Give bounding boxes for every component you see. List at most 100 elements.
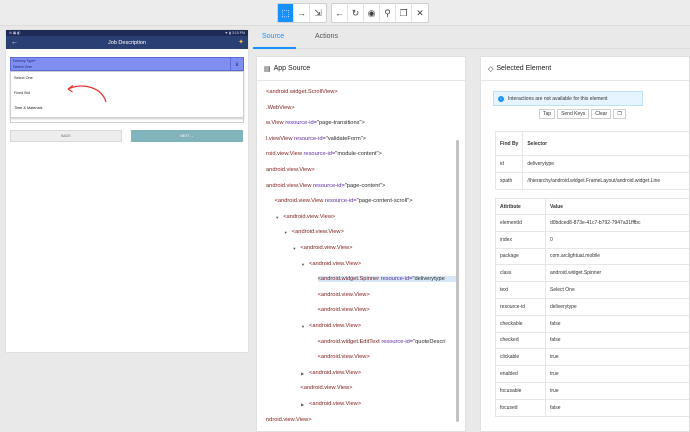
copy-attributes-icon[interactable]: ❐ [613, 109, 626, 119]
back-button[interactable]: BACK [10, 130, 122, 142]
description-field[interactable] [10, 118, 244, 123]
node-tag: <android.view.View> [309, 260, 362, 267]
node-attribute: resource-id= [379, 276, 413, 283]
table-row[interactable]: checked false [495, 331, 689, 350]
node-attribute: resource-id= [301, 151, 336, 158]
attribute-value-cell: false [545, 331, 689, 350]
selected-element-panel: ◇ Selected Element i Interactions are no… [480, 56, 690, 432]
search-icon[interactable]: ⚲ [380, 4, 396, 22]
caret-down-icon[interactable]: ▼ [284, 230, 288, 235]
caret-right-icon[interactable]: ▶ [301, 371, 304, 376]
swipe-icon[interactable]: → [294, 4, 310, 22]
tab-divider [252, 48, 690, 49]
device-screen[interactable]: ✉ ▣ ◧ ▼ ▮ 3:15 PM ← Job Description ✦ De… [6, 30, 248, 352]
tree-node[interactable]: <android.widget.ScrollView> [266, 89, 338, 95]
table-row[interactable]: text Select One [495, 281, 689, 299]
tab-actions[interactable]: Actions [315, 33, 338, 40]
table-row[interactable]: checkable false [495, 314, 689, 333]
tree-node[interactable]: ndroid.view.View> [266, 417, 312, 423]
attribute-value-cell: Select One [545, 281, 689, 299]
tree-node[interactable]: .WebView> [266, 105, 295, 111]
clear-button[interactable]: Clear [591, 109, 612, 119]
eye-icon[interactable]: ◉ [364, 4, 380, 22]
tree-node[interactable]: <android.view.View> [318, 292, 370, 298]
caret-down-icon[interactable]: ▼ [301, 262, 305, 267]
tree-node[interactable]: <android.view.View> [318, 354, 370, 360]
table-row[interactable]: class android.widget.Spinner [495, 264, 689, 283]
selected-element-header: ◇ Selected Element [481, 57, 689, 81]
node-tag: <android.view.View> [309, 369, 362, 376]
tree-node[interactable]: ▶ <android.view.View> [301, 401, 362, 407]
tree-node[interactable]: <android.view.View> [300, 385, 352, 391]
node-tag: <android.view.View> [309, 401, 362, 407]
node-tag: <android.view.View> [291, 229, 344, 236]
tree-node[interactable]: roid.view.View resource-id="module-conte… [266, 151, 382, 157]
table-row[interactable]: elementId d0bdced8-873e-41c7-b792-7947a31… [495, 214, 689, 232]
tree-node[interactable]: <android.view.View resource-id="page-con… [275, 198, 413, 204]
table-row[interactable]: focusable true [495, 381, 689, 400]
node-tag: .WebView> [266, 104, 295, 111]
attribute-name-cell: checked [495, 331, 546, 350]
option-select-one[interactable]: Select One [14, 76, 33, 80]
table-row[interactable]: package com.arclightuat.mobile [495, 247, 689, 266]
attribute-name-cell: package [495, 247, 546, 266]
next-button[interactable]: NEXT → [131, 130, 243, 142]
active-tab-indicator [253, 47, 296, 49]
pin-icon[interactable]: ✦ [238, 38, 244, 46]
attribute-name-cell: resource-id [495, 297, 546, 316]
send-keys-button[interactable]: Send Keys [557, 109, 590, 119]
attribute-name-cell: index [495, 230, 546, 249]
tree-node[interactable]: android.view.View resource-id="page-cont… [266, 183, 385, 189]
tree-node[interactable]: android.view.View> [266, 167, 315, 173]
table-row[interactable]: index 0 [495, 230, 689, 249]
node-attribute: resource-id= [379, 338, 414, 345]
delivery-type-spinner[interactable]: Delivery Type* Select One ∨ [10, 57, 244, 71]
refresh-icon[interactable]: ↻ [348, 4, 364, 22]
spinner-label: Delivery Type* [13, 59, 36, 63]
tree-node[interactable]: ▼ <android.view.View> [301, 323, 361, 329]
tree-node[interactable]: ▼ <android.view.View> [292, 245, 352, 251]
selected-element-title: Selected Element [496, 65, 552, 72]
tree-node-selected[interactable]: <android.widget.Spinner resource-id="del… [317, 276, 457, 283]
tree-node[interactable]: l.viewView resource-id="validateForm"> [266, 136, 366, 142]
attribute-name-cell: focused [495, 398, 546, 417]
caret-right-icon[interactable]: ▶ [301, 402, 304, 407]
source-scrollbar[interactable] [456, 140, 459, 422]
caret-down-icon[interactable]: ▼ [301, 324, 305, 329]
toolbar-group-actions: ← ↻ ◉ ⚲ ❐ ✕ [331, 3, 429, 23]
node-tag: <android.view.View> [317, 354, 370, 361]
option-time-materials[interactable]: Time & Materials [14, 106, 42, 110]
table-row[interactable]: resource-id deliverytype [495, 297, 689, 316]
tree-node[interactable]: ▶ <android.view.View> [301, 369, 362, 376]
spinner-dropdown: Select One Fixed Bid Time & Materials [10, 71, 244, 118]
tap-button[interactable]: Tap [539, 109, 556, 119]
node-attribute-value: "module-content"> [335, 151, 382, 158]
attribute-value-cell: true [545, 348, 689, 367]
table-row[interactable]: clickable true [495, 348, 689, 367]
node-tag: ndroid.view.View> [266, 416, 312, 423]
copy-icon[interactable]: ❐ [396, 4, 412, 22]
tree-node[interactable]: w.View resource-id="page-transitions"> [266, 120, 365, 126]
tree-node[interactable]: ▼ <android.view.View> [284, 229, 344, 236]
table-row[interactable]: xpath //hierarchy/android.widget.FrameLa… [494, 172, 689, 190]
caret-down-icon[interactable]: ▼ [275, 215, 279, 220]
tree-node[interactable]: ▼ <android.view.View> [301, 260, 362, 267]
caret-down-icon[interactable]: ▼ [292, 246, 296, 251]
chevron-down-icon[interactable]: ∨ [230, 58, 243, 70]
tap-coordinates-icon[interactable]: ⇲ [310, 4, 326, 22]
close-icon[interactable]: ✕ [412, 4, 428, 22]
table-row[interactable]: focused false [495, 398, 689, 417]
tree-node[interactable]: <android.view.View> [318, 307, 370, 313]
option-fixed-bid[interactable]: Fixed Bid [14, 91, 30, 95]
element-actions: Tap Send Keys Clear ❐ [539, 109, 626, 119]
attributes-table: Attribute Value elementId d0bdced8-873e-4… [495, 198, 689, 417]
select-icon[interactable]: ⬚ [278, 4, 294, 22]
tab-source[interactable]: Source [262, 33, 284, 40]
back-icon[interactable]: ← [332, 4, 348, 22]
attribute-value-cell: com.arclightuat.mobile [545, 247, 689, 266]
table-row[interactable]: id deliverytype [494, 155, 689, 173]
tree-node[interactable]: ▼ <android.view.View> [275, 214, 335, 220]
tree-node[interactable]: <android.widget.EditText resource-id="qu… [318, 339, 446, 345]
table-row[interactable]: enabled true [495, 365, 689, 383]
node-attribute-value: "page-transitions"> [316, 120, 365, 127]
